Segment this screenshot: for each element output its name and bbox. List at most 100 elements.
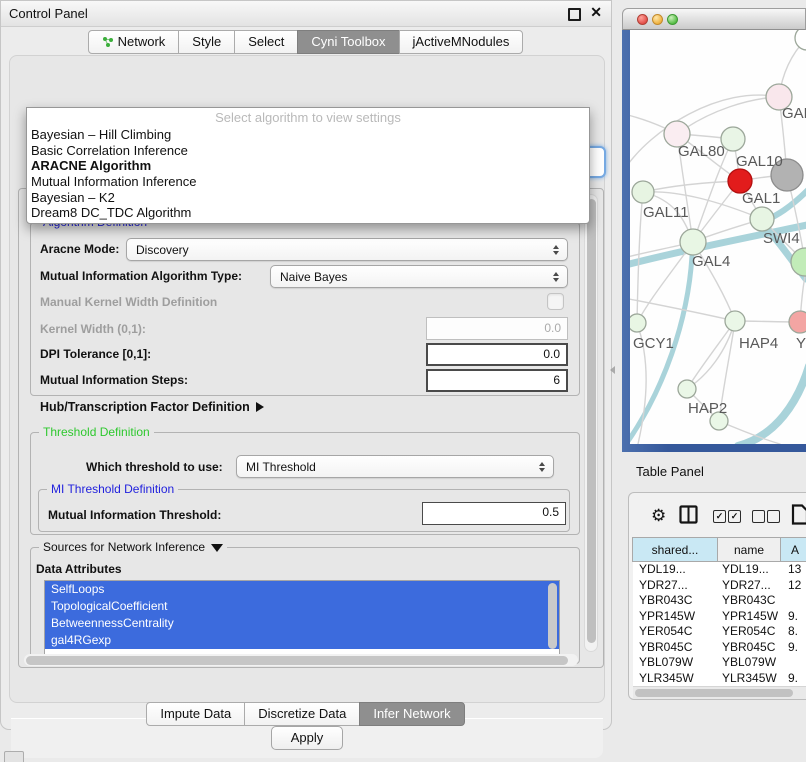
table-rows: YDL19...YDL19...13YDR27...YDR27...12YBR0…: [633, 562, 806, 686]
table-cell: YER054C: [718, 624, 782, 640]
network-node-hap4[interactable]: [725, 311, 745, 331]
screen: Control Panel ✕ Network Style Select Cyn…: [0, 0, 806, 762]
tab-network[interactable]: Network: [88, 30, 180, 54]
minimized-panel-icon[interactable]: [4, 751, 24, 762]
control-panel-titlebar[interactable]: Control Panel ✕: [1, 1, 611, 27]
table-cell: YLR345W: [718, 671, 782, 687]
settings-vertical-thumb[interactable]: [587, 199, 596, 643]
table-panel-window: ⚙ ✓ ✓ shared... name A YDL19...YDL19...1…: [628, 492, 806, 700]
hub-definition-label: Hub/Transcription Factor Definition: [40, 400, 250, 414]
panel-splitter-handle[interactable]: [610, 366, 615, 374]
algorithm-option[interactable]: Bayesian – Hill Climbing: [27, 127, 589, 143]
network-node-hap2[interactable]: [678, 380, 696, 398]
network-canvas[interactable]: GALGAL80GAL10GAL1GAL11SWI4GAL4GCY1HAP4YH…: [630, 30, 806, 444]
stepper-arrows-icon: [553, 272, 559, 282]
checked-box-icon[interactable]: ✓: [713, 510, 726, 523]
settings-horizontal-thumb[interactable]: [26, 656, 568, 665]
aracne-mode-combo[interactable]: Discovery: [126, 238, 568, 261]
network-node-gal4[interactable]: [680, 229, 706, 255]
table-horizontal-thumb[interactable]: [635, 689, 793, 697]
node-label-SWI4: SWI4: [763, 230, 800, 247]
kernel-width-field[interactable]: 0.0: [426, 317, 568, 340]
data-attribute-item[interactable]: SelfLoops: [45, 581, 559, 598]
split-panel-icon[interactable]: [679, 505, 698, 524]
node-label-GAL4: GAL4: [692, 253, 730, 270]
network-graph: GALGAL80GAL10GAL1GAL11SWI4GAL4GCY1HAP4YH…: [630, 30, 806, 444]
tab-style[interactable]: Style: [178, 30, 235, 54]
table-cell: 13: [782, 562, 806, 578]
network-node-gcy1[interactable]: [630, 314, 646, 332]
table-row[interactable]: YDL19...YDL19...13: [633, 562, 806, 578]
node-label-GAL10: GAL10: [736, 153, 783, 170]
algorithm-option[interactable]: Bayesian – K2: [27, 190, 589, 206]
sources-title[interactable]: Sources for Network Inference: [39, 540, 227, 554]
mi-steps-field[interactable]: 6: [426, 369, 568, 392]
mi-threshold-label: Mutual Information Threshold:: [48, 508, 221, 522]
manual-kernel-checkbox[interactable]: [547, 293, 564, 310]
mi-threshold-field[interactable]: 0.5: [422, 502, 566, 525]
data-attribute-item[interactable]: gal4RGexp: [45, 632, 559, 649]
network-node-top-right-cut[interactable]: [795, 30, 806, 50]
tab-select[interactable]: Select: [234, 30, 298, 54]
tab-discretize-data[interactable]: Discretize Data: [244, 702, 360, 726]
table-row[interactable]: YBR043CYBR043C: [633, 593, 806, 609]
algorithm-option[interactable]: ARACNE Algorithm: [27, 158, 589, 174]
network-node-swi4[interactable]: [791, 248, 806, 276]
table-cell: YPR145W: [718, 609, 782, 625]
table-cell: 9.: [782, 640, 806, 656]
hub-definition-toggle[interactable]: Hub/Transcription Factor Definition: [40, 400, 264, 414]
column-header-shared-name[interactable]: shared...: [632, 537, 718, 562]
table-row[interactable]: YBL079WYBL079W: [633, 655, 806, 671]
which-threshold-combo[interactable]: MI Threshold: [236, 455, 554, 478]
tab-infer-network[interactable]: Infer Network: [359, 702, 464, 726]
algorithm-dropdown-popup[interactable]: Select algorithm to view settings Bayesi…: [26, 107, 590, 224]
apply-button[interactable]: Apply: [271, 726, 343, 750]
column-header-third[interactable]: A: [780, 537, 806, 562]
tab-label: Impute Data: [160, 703, 231, 725]
mi-steps-label: Mutual Information Steps:: [40, 373, 188, 387]
algorithm-placeholder: Select algorithm to view settings: [27, 108, 589, 127]
table-row[interactable]: YER054CYER054C8.: [633, 624, 806, 640]
close-icon[interactable]: ✕: [590, 4, 602, 21]
tab-label: Network: [118, 31, 166, 53]
table-cell: YBR043C: [633, 593, 718, 609]
settings-horizontal-scrollbar[interactable]: [24, 654, 578, 666]
data-attributes-list[interactable]: SelfLoopsTopologicalCoefficientBetweenne…: [44, 580, 560, 660]
mi-algorithm-type-combo[interactable]: Naive Bayes: [270, 265, 568, 288]
algorithm-option[interactable]: Mutual Information Inference: [27, 174, 589, 190]
close-traffic-light-icon[interactable]: [637, 14, 648, 25]
tab-jactivemnodules[interactable]: jActiveMNodules: [399, 30, 524, 54]
float-panel-icon[interactable]: [568, 8, 581, 21]
checked-box-icon[interactable]: ✓: [728, 510, 741, 523]
table-horizontal-scrollbar[interactable]: [633, 686, 806, 699]
table-cell: YBR045C: [633, 640, 718, 656]
zoom-traffic-light-icon[interactable]: [667, 14, 678, 25]
minimize-traffic-light-icon[interactable]: [652, 14, 663, 25]
gear-icon[interactable]: ⚙: [651, 506, 666, 526]
attribute-list-scrollbar[interactable]: [548, 583, 557, 649]
unchecked-box-icon[interactable]: [767, 510, 780, 523]
stepper-arrows-icon: [553, 245, 559, 255]
table-row[interactable]: YPR145WYPR145W9.: [633, 609, 806, 625]
algorithm-option[interactable]: Dream8 DC_TDC Algorithm: [27, 205, 589, 221]
settings-vertical-scrollbar[interactable]: [584, 194, 598, 652]
table-row[interactable]: YLR345WYLR345W9.: [633, 671, 806, 687]
algorithm-option[interactable]: Basic Correlation Inference: [27, 143, 589, 159]
network-node-gal1[interactable]: [750, 207, 774, 231]
control-panel-tabbar: Network Style Select Cyni Toolbox jActiv…: [1, 30, 611, 54]
table-row[interactable]: YDR27...YDR27...12: [633, 578, 806, 594]
network-titlebar[interactable]: [622, 8, 806, 30]
dpi-tolerance-field[interactable]: 0.0: [426, 343, 568, 366]
network-node-pink-right[interactable]: [789, 311, 806, 333]
tab-impute-data[interactable]: Impute Data: [146, 702, 245, 726]
data-attribute-item[interactable]: TopologicalCoefficient: [45, 598, 559, 615]
dpi-tolerance-label: DPI Tolerance [0,1]:: [40, 347, 151, 361]
network-node-gal11[interactable]: [632, 181, 654, 203]
data-attribute-item[interactable]: BetweennessCentrality: [45, 615, 559, 632]
column-header-name[interactable]: name: [717, 537, 781, 562]
document-icon[interactable]: [791, 504, 806, 525]
table-row[interactable]: YBR045CYBR045C9.: [633, 640, 806, 656]
mi-algorithm-type-value: Naive Bayes: [271, 270, 553, 284]
tab-cyni-toolbox[interactable]: Cyni Toolbox: [297, 30, 399, 54]
unchecked-box-icon[interactable]: [752, 510, 765, 523]
